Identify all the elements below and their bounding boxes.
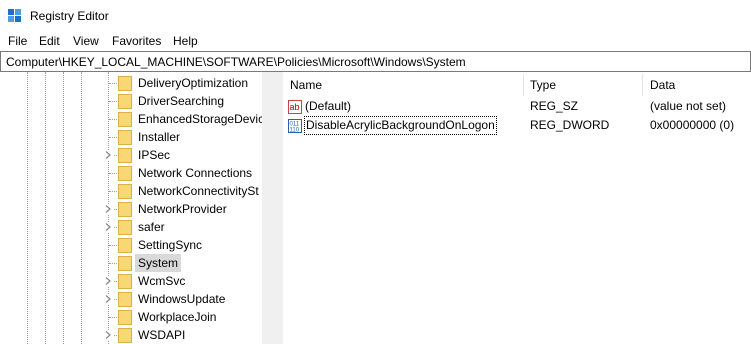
values-list[interactable]: Name Type Data ab (Default) REG_SZ (value n… xyxy=(283,72,751,344)
folder-icon xyxy=(118,256,132,271)
tree-item-label[interactable]: WorkplaceJoin xyxy=(135,308,219,326)
tree-item-label[interactable]: NetworkProvider xyxy=(135,200,230,218)
tree-item[interactable]: WorkplaceJoin xyxy=(0,308,262,326)
chevron-right-icon[interactable] xyxy=(103,204,113,214)
tree-connector xyxy=(109,191,117,192)
tree-connector xyxy=(109,263,117,264)
tree-item-label[interactable]: Network Connections xyxy=(135,164,255,182)
tree-connector xyxy=(109,101,117,102)
tree-connector xyxy=(109,317,117,318)
tree-item[interactable]: WSDAPI xyxy=(0,326,262,344)
value-name[interactable]: DisableAcrylicBackgroundOnLogon xyxy=(304,116,497,135)
tree-item-label[interactable]: System xyxy=(135,254,182,272)
tree-item[interactable]: DeliveryOptimization xyxy=(0,74,262,92)
menu-edit[interactable]: Edit xyxy=(39,34,60,48)
tree-item[interactable]: WindowsUpdate xyxy=(0,290,262,308)
folder-icon xyxy=(118,292,132,307)
column-divider[interactable] xyxy=(523,74,524,96)
tree-item[interactable]: NetworkConnectivitySt xyxy=(0,182,262,200)
tree-item-label[interactable]: DriverSearching xyxy=(135,92,227,110)
folder-icon xyxy=(118,202,132,217)
svg-text:ab: ab xyxy=(290,102,300,112)
title-bar[interactable]: Registry Editor xyxy=(0,0,751,31)
column-divider[interactable] xyxy=(642,74,643,96)
folder-icon xyxy=(118,166,132,181)
tree-item-label[interactable]: EnhancedStorageDevic xyxy=(135,110,262,128)
tree-item[interactable]: Installer xyxy=(0,128,262,146)
value-data: (value not set) xyxy=(650,99,727,113)
menu-view[interactable]: View xyxy=(73,34,99,48)
tree-item-label[interactable]: WSDAPI xyxy=(135,326,188,344)
chevron-right-icon[interactable] xyxy=(103,222,113,232)
chevron-right-icon[interactable] xyxy=(103,294,113,304)
tree-item[interactable]: System xyxy=(0,254,262,272)
folder-icon xyxy=(118,310,132,325)
chevron-right-icon[interactable] xyxy=(103,330,113,340)
tree-item-label[interactable]: NetworkConnectivitySt xyxy=(135,182,262,200)
value-data: 0x00000000 (0) xyxy=(650,118,735,132)
tree-item[interactable]: NetworkProvider xyxy=(0,200,262,218)
address-bar[interactable]: Computer\HKEY_LOCAL_MACHINE\SOFTWARE\Pol… xyxy=(0,51,751,72)
address-path[interactable]: Computer\HKEY_LOCAL_MACHINE\SOFTWARE\Pol… xyxy=(6,55,466,69)
tree-connector xyxy=(109,137,117,138)
folder-icon xyxy=(118,130,132,145)
string-value-icon: ab xyxy=(288,100,302,114)
registry-editor-icon xyxy=(8,9,21,22)
folder-icon xyxy=(118,328,132,343)
folder-icon xyxy=(118,112,132,127)
value-type: REG_SZ xyxy=(530,99,579,113)
dword-value-icon: 011110 xyxy=(288,119,302,133)
folder-icon xyxy=(118,274,132,289)
value-row[interactable]: ab (Default) REG_SZ (value not set) xyxy=(283,98,751,117)
column-header-data[interactable]: Data xyxy=(650,72,675,98)
tree-item[interactable]: Network Connections xyxy=(0,164,262,182)
tree-item[interactable]: WcmSvc xyxy=(0,272,262,290)
value-name[interactable]: (Default) xyxy=(304,98,352,115)
tree-connector xyxy=(109,119,117,120)
tree-item-label[interactable]: SettingSync xyxy=(135,236,205,254)
tree-scrollbar[interactable] xyxy=(262,72,279,344)
value-type: REG_DWORD xyxy=(530,118,610,132)
column-header-type[interactable]: Type xyxy=(530,72,556,98)
window-title: Registry Editor xyxy=(30,9,109,23)
tree-item-label[interactable]: DeliveryOptimization xyxy=(135,74,251,92)
tree-item-label[interactable]: WcmSvc xyxy=(135,272,188,290)
tree-item-label[interactable]: IPSec xyxy=(135,146,173,164)
tree-connector xyxy=(109,83,117,84)
folder-icon xyxy=(118,148,132,163)
key-tree[interactable]: DeliveryOptimization DriverSearching Enhan… xyxy=(0,72,262,344)
svg-text:110: 110 xyxy=(290,128,300,134)
tree-item[interactable]: SettingSync xyxy=(0,236,262,254)
value-row[interactable]: 011 110 DisableAcrylicBackgroundOnLogon REG… xyxy=(283,116,751,136)
column-header-name[interactable]: Name xyxy=(290,72,322,98)
tree-item[interactable]: safer xyxy=(0,218,262,236)
menu-bar: File Edit View Favorites Help xyxy=(0,31,751,51)
tree-item-label[interactable]: WindowsUpdate xyxy=(135,290,228,308)
tree-connector xyxy=(109,173,117,174)
tree-item[interactable]: DriverSearching xyxy=(0,92,262,110)
menu-file[interactable]: File xyxy=(8,34,27,48)
folder-icon xyxy=(118,220,132,235)
tree-item[interactable]: IPSec xyxy=(0,146,262,164)
tree-item[interactable]: EnhancedStorageDevic xyxy=(0,110,262,128)
folder-icon xyxy=(118,184,132,199)
folder-icon xyxy=(118,238,132,253)
menu-favorites[interactable]: Favorites xyxy=(112,34,161,48)
chevron-right-icon[interactable] xyxy=(103,276,113,286)
tree-item-label[interactable]: safer xyxy=(135,218,168,236)
folder-icon xyxy=(118,76,132,91)
tree-connector xyxy=(109,245,117,246)
menu-help[interactable]: Help xyxy=(173,34,198,48)
tree-item-label[interactable]: Installer xyxy=(135,128,183,146)
chevron-right-icon[interactable] xyxy=(103,150,113,160)
folder-icon xyxy=(118,94,132,109)
